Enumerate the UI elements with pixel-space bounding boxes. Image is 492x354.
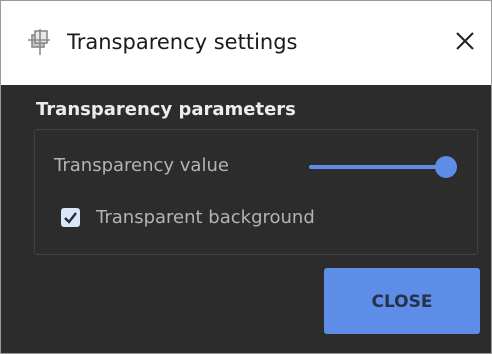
transparency-app-icon [25, 28, 53, 56]
parameters-group: Transparency value Transparent backgroun… [34, 129, 478, 255]
transparent-background-checkbox[interactable] [61, 208, 80, 227]
section-title: Transparency parameters [36, 99, 296, 120]
transparency-slider[interactable] [309, 156, 457, 178]
close-icon[interactable] [451, 27, 479, 55]
close-button[interactable]: CLOSE [324, 268, 480, 334]
checkmark-icon [64, 212, 77, 224]
slider-thumb[interactable] [435, 156, 457, 178]
transparent-background-label[interactable]: Transparent background [96, 206, 315, 230]
window-title: Transparency settings [67, 30, 298, 54]
dialog-content: Transparency parameters Transparency val… [1, 85, 491, 353]
transparency-value-label: Transparency value [54, 155, 229, 176]
title-bar: Transparency settings [1, 1, 491, 85]
slider-fill [309, 165, 446, 169]
transparency-settings-dialog: Transparency settings Transparency param… [0, 0, 492, 354]
